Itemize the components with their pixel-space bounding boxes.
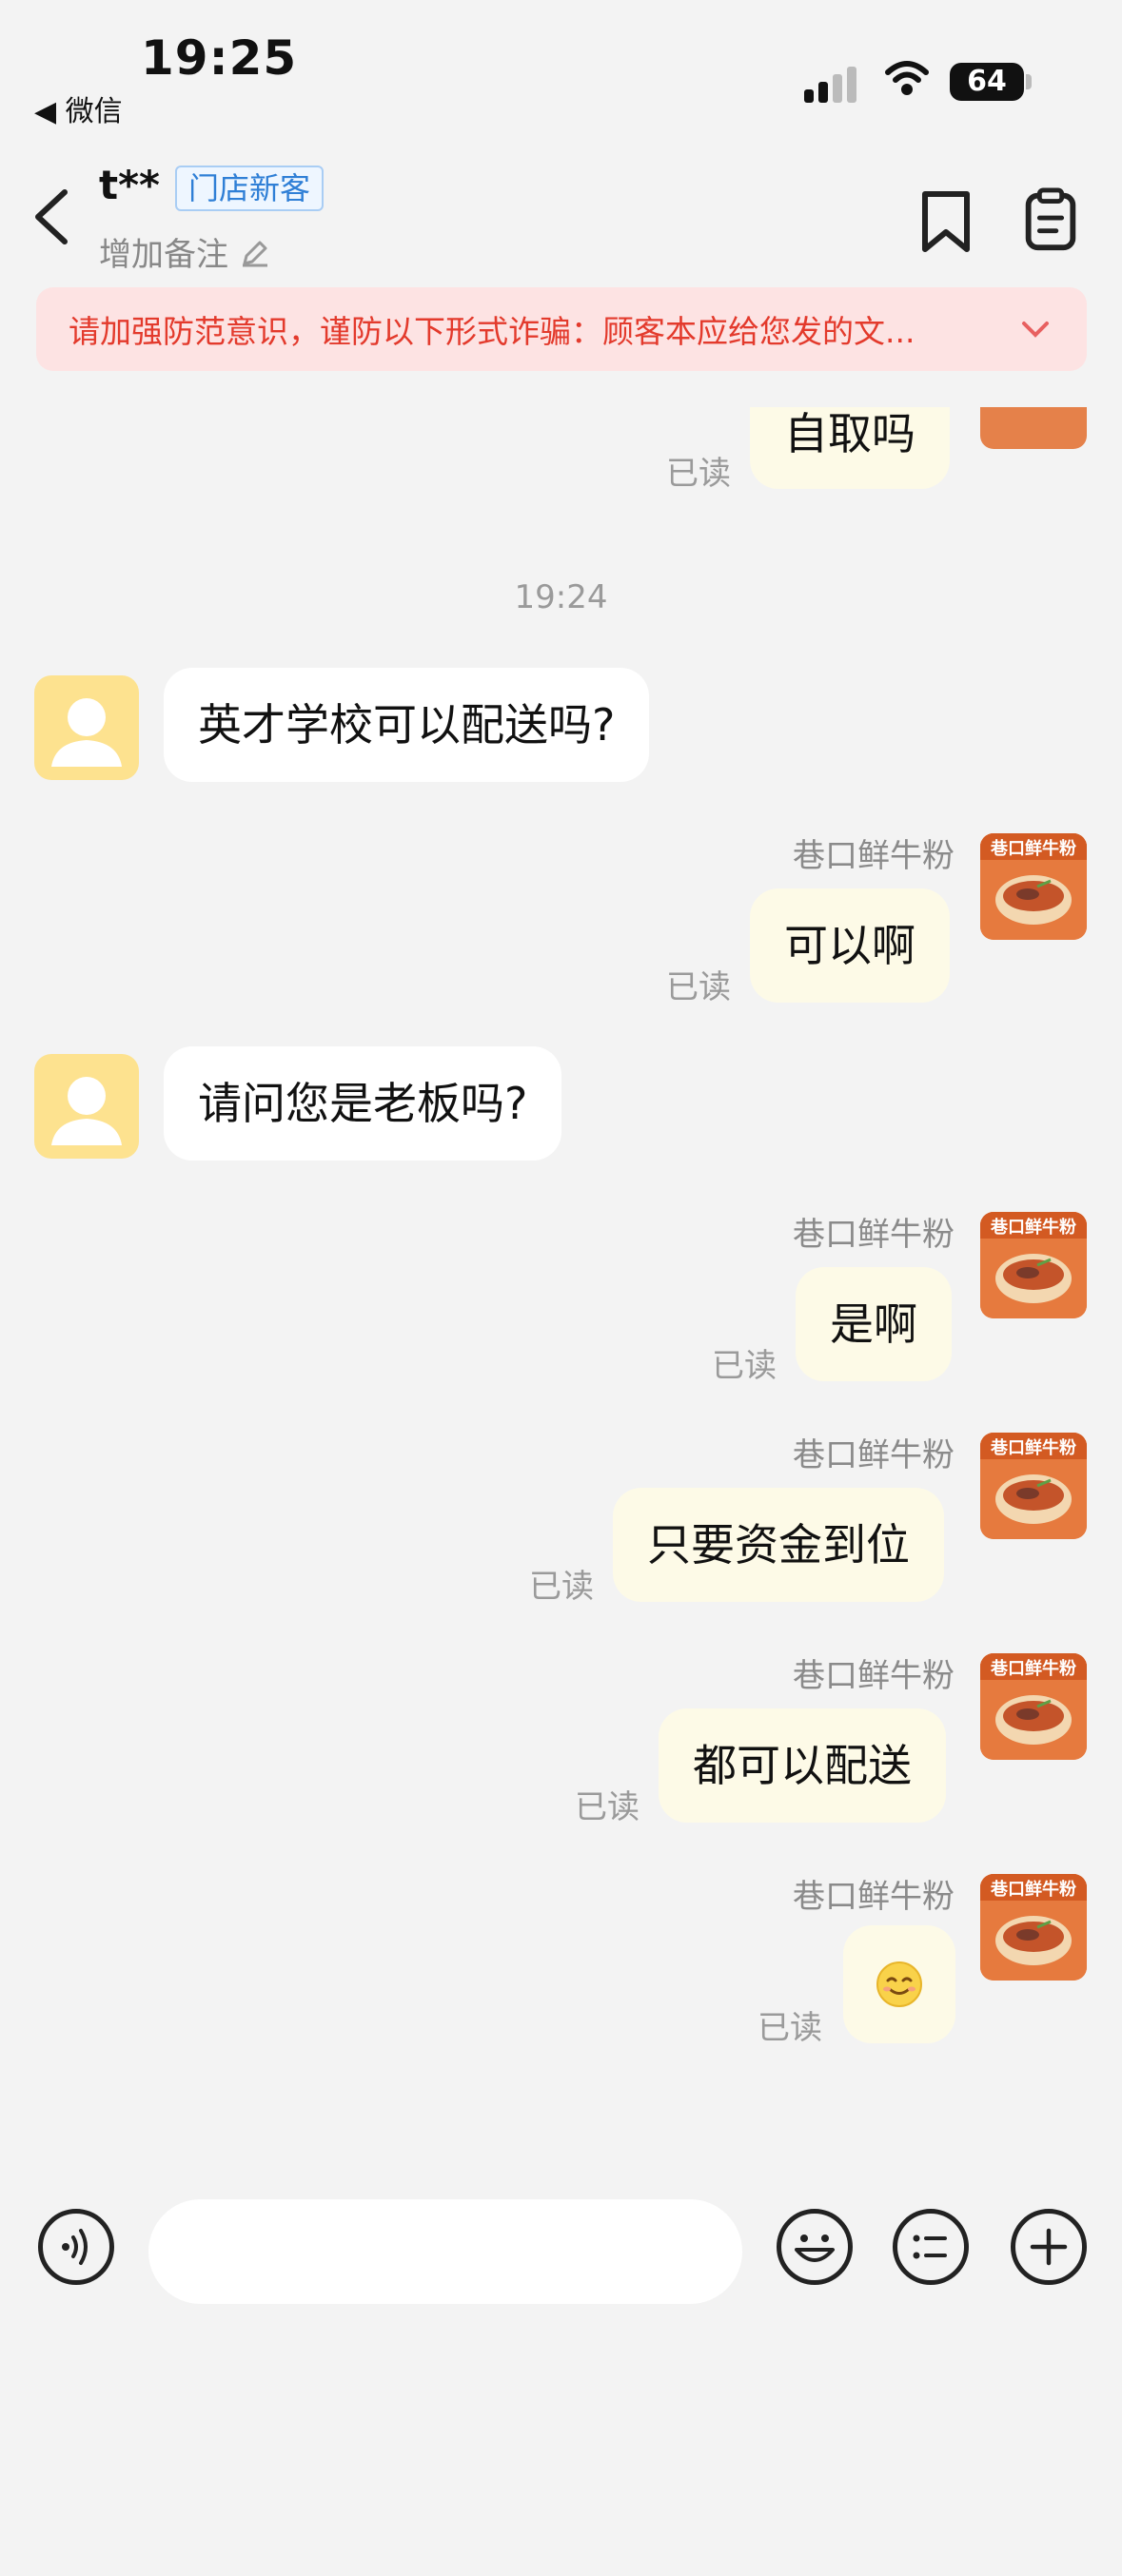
shop-avatar[interactable] <box>980 407 1087 449</box>
cell-signal-icon <box>804 65 857 103</box>
message-text: 可以啊 <box>784 920 915 971</box>
message-text: 是啊 <box>830 1298 917 1350</box>
bookmark-icon[interactable] <box>917 188 974 255</box>
back-to-wechat-link[interactable]: ◀ 微信 <box>34 88 123 129</box>
shop-avatar[interactable]: 巷口鲜牛粉 <box>980 1433 1087 1539</box>
pencil-icon <box>242 241 267 267</box>
customer-avatar[interactable] <box>34 675 139 780</box>
message-text: 请问您是老板吗? <box>198 1078 528 1129</box>
plus-icon <box>1030 2228 1068 2266</box>
message-bubble-outgoing[interactable]: 只要资金到位 <box>613 1488 944 1602</box>
smiling-face-emoji-icon <box>876 1961 922 2007</box>
message-text: 都可以配送 <box>693 1740 912 1791</box>
more-button[interactable] <box>1011 2209 1087 2285</box>
add-note-button[interactable]: 增加备注 <box>99 228 271 275</box>
message-bubble-incoming[interactable]: 请问您是老板吗? <box>164 1046 562 1161</box>
sender-name: 巷口鲜牛粉 <box>793 1436 955 1474</box>
person-silhouette-icon <box>51 698 122 767</box>
sender-name: 巷口鲜牛粉 <box>793 1216 955 1254</box>
battery-tip <box>1026 74 1032 89</box>
fraud-warning-text: 请加强防范意识，谨防以下形式诈骗：顾客本应给您发的文... <box>69 313 915 350</box>
message-bubble-incoming[interactable]: 英才学校可以配送吗? <box>164 668 650 782</box>
shop-logo-image: 巷口鲜牛粉 <box>980 833 1087 940</box>
message-text: 只要资金到位 <box>647 1519 910 1571</box>
battery-icon: 64 <box>950 63 1024 101</box>
back-arrow-icon[interactable] <box>29 186 76 247</box>
message-text: 英才学校可以配送吗? <box>198 699 616 751</box>
status-time: 19:25 <box>141 30 298 86</box>
wifi-icon <box>885 61 929 95</box>
message-input[interactable] <box>148 2199 742 2304</box>
sender-name: 巷口鲜牛粉 <box>793 1657 955 1695</box>
message-bubble-outgoing[interactable]: 都可以配送 <box>659 1708 946 1823</box>
shop-avatar[interactable]: 巷口鲜牛粉 <box>980 1653 1087 1760</box>
voice-button[interactable] <box>38 2209 114 2285</box>
message-bubble-outgoing[interactable]: 是啊 <box>796 1267 952 1381</box>
contact-name: t** <box>99 162 161 208</box>
read-receipt: 已读 <box>529 1568 594 1606</box>
message-bubble-outgoing[interactable]: 自取吗 <box>750 407 950 489</box>
shop-logo-image: 巷口鲜牛粉 <box>980 1874 1087 1981</box>
sender-name: 巷口鲜牛粉 <box>793 1878 955 1916</box>
shop-avatar[interactable]: 巷口鲜牛粉 <box>980 833 1087 940</box>
list-icon <box>913 2234 947 2259</box>
clipboard-icon[interactable] <box>1022 186 1079 253</box>
add-note-label: 增加备注 <box>99 236 228 274</box>
read-receipt: 已读 <box>758 2009 822 2047</box>
shop-logo-image: 巷口鲜牛粉 <box>980 1653 1087 1760</box>
person-silhouette-icon <box>51 1077 122 1145</box>
chevron-down-icon[interactable] <box>1016 310 1054 348</box>
shop-avatar[interactable]: 巷口鲜牛粉 <box>980 1212 1087 1318</box>
emoji-button[interactable] <box>777 2209 853 2285</box>
shop-avatar[interactable]: 巷口鲜牛粉 <box>980 1874 1087 1981</box>
read-receipt: 已读 <box>666 455 731 493</box>
svg-text:巷口鲜牛粉: 巷口鲜牛粉 <box>990 1658 1076 1679</box>
svg-text:巷口鲜牛粉: 巷口鲜牛粉 <box>990 838 1076 859</box>
new-customer-tag: 门店新客 <box>175 166 325 211</box>
fraud-warning-banner[interactable]: 请加强防范意识，谨防以下形式诈骗：顾客本应给您发的文... <box>36 287 1087 371</box>
svg-text:巷口鲜牛粉: 巷口鲜牛粉 <box>990 1437 1076 1458</box>
read-receipt: 已读 <box>666 968 731 1006</box>
read-receipt: 已读 <box>575 1788 640 1826</box>
svg-text:巷口鲜牛粉: 巷口鲜牛粉 <box>990 1217 1076 1238</box>
svg-text:巷口鲜牛粉: 巷口鲜牛粉 <box>990 1879 1076 1900</box>
chat-timestamp: 19:24 <box>514 578 608 616</box>
sender-name: 巷口鲜牛粉 <box>793 837 955 875</box>
smiley-icon <box>795 2234 835 2262</box>
read-receipt: 已读 <box>712 1347 777 1385</box>
message-bubble-outgoing[interactable]: 可以啊 <box>750 888 950 1003</box>
shop-logo-image: 巷口鲜牛粉 <box>980 1212 1087 1318</box>
quick-reply-button[interactable] <box>893 2209 969 2285</box>
customer-avatar[interactable] <box>34 1054 139 1159</box>
message-bubble-outgoing[interactable] <box>843 1925 955 2043</box>
voice-icon <box>62 2229 88 2265</box>
shop-logo-image: 巷口鲜牛粉 <box>980 1433 1087 1539</box>
message-text: 自取吗 <box>784 408 915 459</box>
